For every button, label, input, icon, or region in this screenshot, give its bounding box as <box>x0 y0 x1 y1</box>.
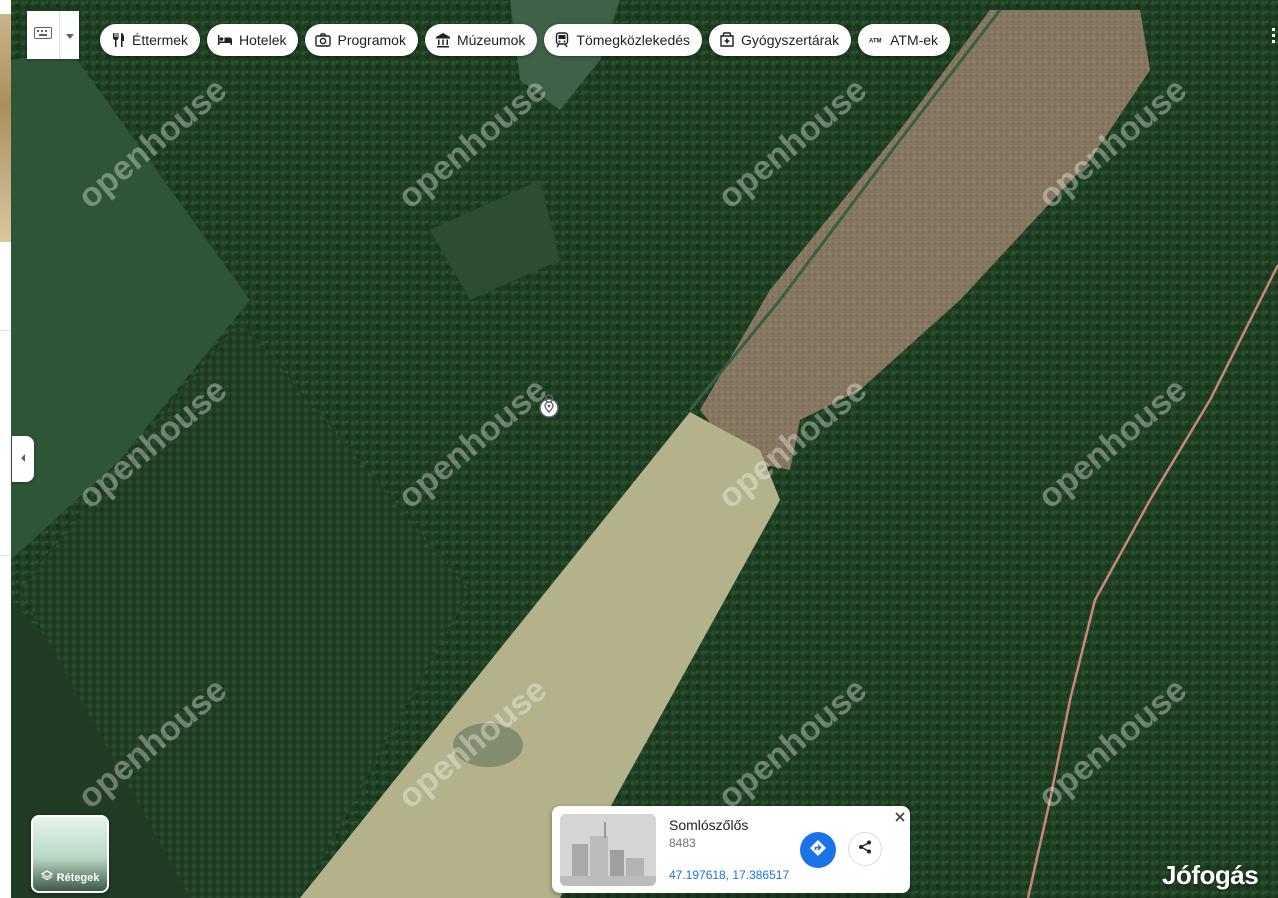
satellite-map[interactable]: openhouse openhouse openhouse openhouse … <box>0 0 1278 898</box>
keyboard-icon <box>34 26 52 44</box>
jofogas-logo: Jófogás <box>1162 860 1259 890</box>
place-coordinates[interactable]: 47.197618, 17.386517 <box>669 868 789 882</box>
chip-ettermek[interactable]: Éttermek <box>100 24 201 56</box>
chip-label: Múzeumok <box>456 32 526 48</box>
chip-muzeumok[interactable]: Múzeumok <box>424 24 538 56</box>
keyboard-button[interactable] <box>27 11 60 59</box>
chip-label: Programok <box>337 32 406 48</box>
chip-hotelek[interactable]: Hotelek <box>207 24 299 56</box>
chip-tomegkozlekedes[interactable]: Tömegközlekedés <box>544 24 703 56</box>
chip-label: Gyógyszertárak <box>741 32 840 48</box>
share-icon <box>858 840 872 859</box>
category-chips: Éttermek Hotelek Programok Múzeumok Töme… <box>100 24 951 56</box>
chevron-left-icon <box>19 450 27 468</box>
chip-gyogyszertarak[interactable]: Gyógyszertárak <box>709 24 852 56</box>
chip-label: Tömegközlekedés <box>576 32 691 48</box>
collapse-panel-button[interactable] <box>12 436 34 482</box>
place-thumbnail[interactable] <box>560 814 656 886</box>
side-panel-edge <box>0 0 11 898</box>
chip-label: Hotelek <box>239 32 287 48</box>
more-icon[interactable] <box>1268 26 1278 46</box>
layers-button[interactable]: Rétegek <box>31 815 109 893</box>
layers-label-row: Rétegek <box>33 870 107 885</box>
chip-programok[interactable]: Programok <box>305 24 418 56</box>
utensils-icon <box>110 32 126 48</box>
svg-text:ATM: ATM <box>869 39 882 45</box>
museum-icon <box>435 32 451 48</box>
caret-down-icon <box>65 26 74 44</box>
divider <box>0 330 11 331</box>
layers-icon <box>40 870 53 885</box>
input-tools-dropdown[interactable] <box>60 11 79 59</box>
divider <box>0 555 11 556</box>
close-card-button[interactable] <box>892 810 908 826</box>
close-icon <box>895 809 905 827</box>
chip-atm-ek[interactable]: ATM ATM-ek <box>858 24 951 56</box>
layers-label: Rétegek <box>56 871 100 884</box>
chip-label: ATM-ek <box>890 32 939 48</box>
train-icon <box>554 32 570 48</box>
place-title: Somlószőlős <box>669 817 749 833</box>
chip-label: Éttermek <box>132 32 189 48</box>
share-button[interactable] <box>848 832 882 866</box>
directions-button[interactable] <box>800 832 836 868</box>
pharmacy-icon <box>719 32 735 48</box>
place-zip: 8483 <box>669 836 696 850</box>
bed-icon <box>217 32 233 48</box>
atm-icon: ATM <box>868 32 884 48</box>
directions-icon <box>809 839 827 862</box>
input-tools <box>27 11 79 59</box>
camera-icon <box>315 32 332 48</box>
place-card[interactable]: Somlószőlős 8483 47.197618, 17.386517 <box>552 806 910 893</box>
listing-photo <box>0 14 11 242</box>
